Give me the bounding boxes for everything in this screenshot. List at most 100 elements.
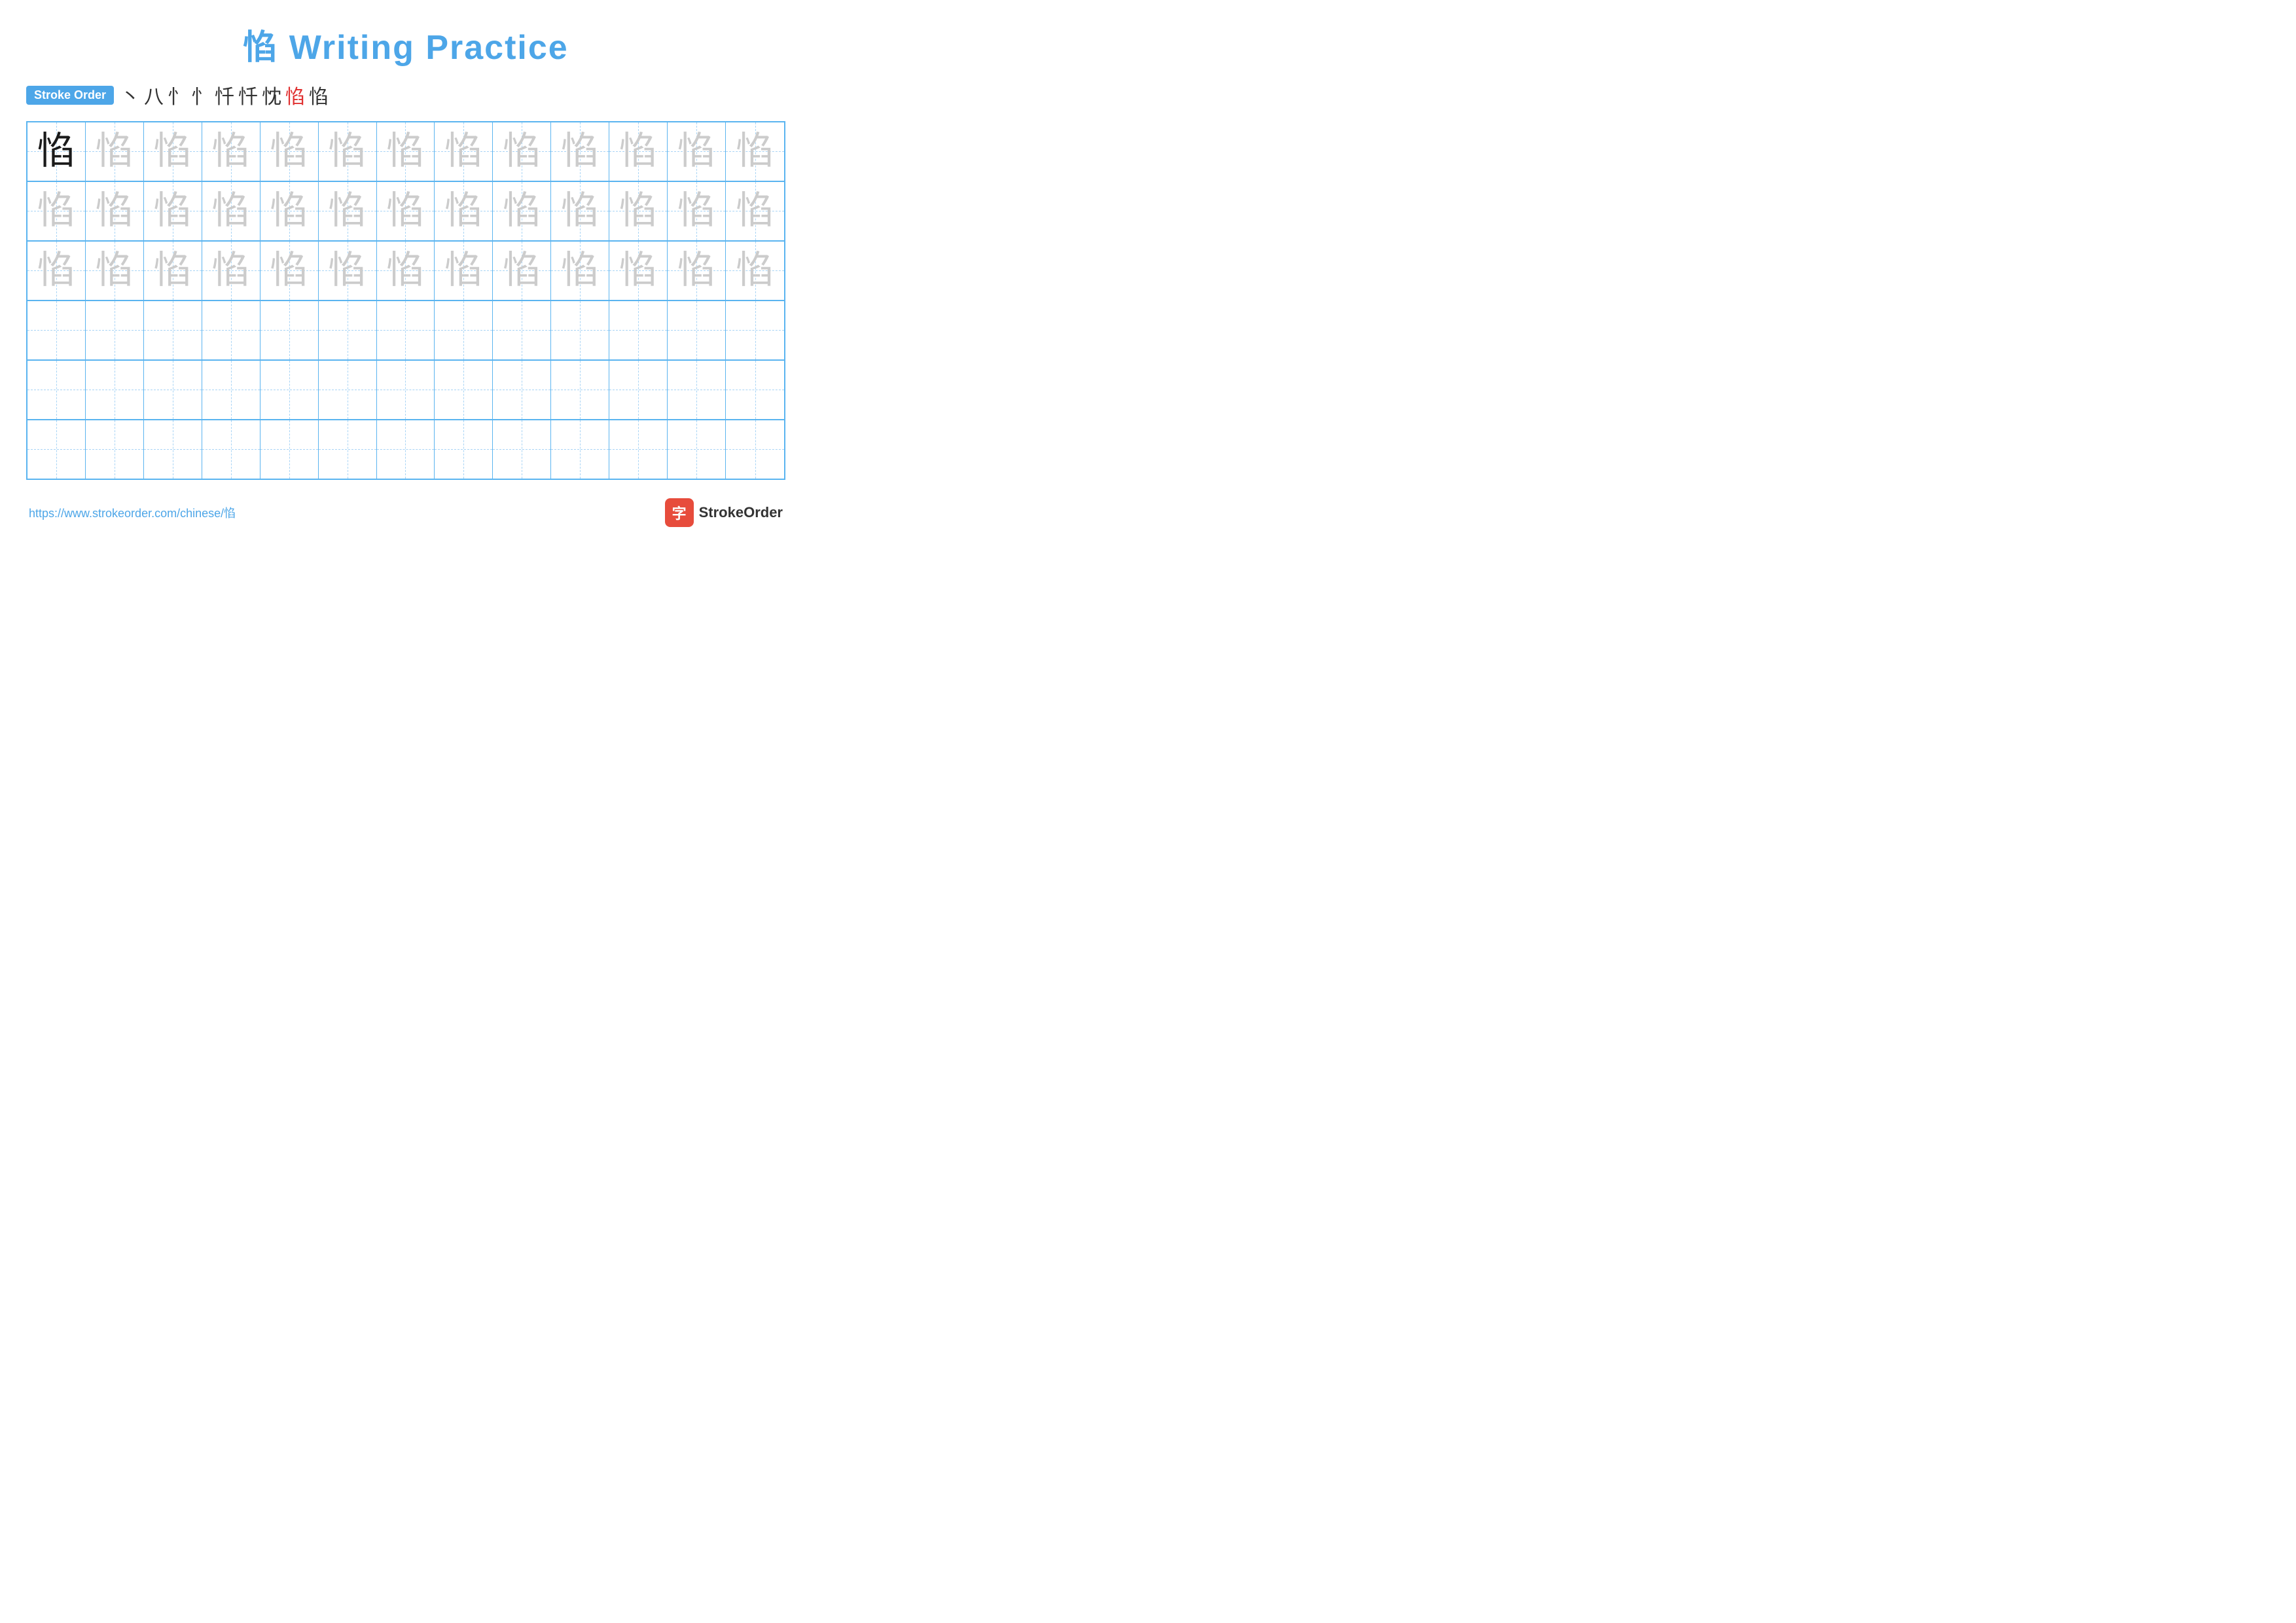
grid-cell-2-2: 惂 xyxy=(86,182,144,240)
grid-cell-3-1: 惂 xyxy=(27,242,86,300)
grid-cell-1-10: 惂 xyxy=(551,122,609,181)
grid-cell-1-9: 惂 xyxy=(493,122,551,181)
grid-cell-6-5 xyxy=(260,420,319,479)
grid-cell-2-12: 惂 xyxy=(668,182,726,240)
grid-cell-6-11 xyxy=(609,420,668,479)
grid-row-1: 惂 惂 惂 惂 惂 惂 惂 惂 惂 惂 惂 惂 惂 xyxy=(27,122,784,182)
footer-url[interactable]: https://www.strokeorder.com/chinese/惂 xyxy=(29,504,236,521)
stroke-8: 惂 xyxy=(285,81,305,109)
grid-row-5 xyxy=(27,361,784,420)
grid-cell-2-11: 惂 xyxy=(609,182,668,240)
grid-cell-2-7: 惂 xyxy=(377,182,435,240)
logo-text: StrokeOrder xyxy=(699,504,783,521)
grid-cell-1-13: 惂 xyxy=(726,122,784,181)
grid-cell-3-2: 惂 xyxy=(86,242,144,300)
grid-cell-4-10 xyxy=(551,301,609,359)
grid-cell-2-5: 惂 xyxy=(260,182,319,240)
grid-cell-6-6 xyxy=(319,420,377,479)
grid-cell-3-9: 惂 xyxy=(493,242,551,300)
grid-cell-3-13: 惂 xyxy=(726,242,784,300)
grid-cell-1-5: 惂 xyxy=(260,122,319,181)
grid-cell-2-13: 惂 xyxy=(726,182,784,240)
grid-cell-3-3: 惂 xyxy=(144,242,202,300)
grid-cell-2-1: 惂 xyxy=(27,182,86,240)
grid-cell-4-6 xyxy=(319,301,377,359)
grid-cell-5-12 xyxy=(668,361,726,419)
grid-cell-5-7 xyxy=(377,361,435,419)
grid-cell-2-4: 惂 xyxy=(202,182,260,240)
grid-cell-1-3: 惂 xyxy=(144,122,202,181)
grid-cell-3-10: 惂 xyxy=(551,242,609,300)
grid-cell-1-7: 惂 xyxy=(377,122,435,181)
grid-cell-2-8: 惂 xyxy=(435,182,493,240)
grid-cell-3-11: 惂 xyxy=(609,242,668,300)
stroke-1: 丶 xyxy=(120,81,140,109)
footer: https://www.strokeorder.com/chinese/惂 字 … xyxy=(26,498,785,527)
grid-cell-4-3 xyxy=(144,301,202,359)
grid-cell-1-4: 惂 xyxy=(202,122,260,181)
grid-cell-5-8 xyxy=(435,361,493,419)
grid-cell-6-4 xyxy=(202,420,260,479)
stroke-9: 惂 xyxy=(309,81,329,109)
page-title: 惂 Writing Practice xyxy=(26,20,785,69)
grid-row-3: 惂 惂 惂 惂 惂 惂 惂 惂 惂 惂 惂 惂 惂 xyxy=(27,242,784,301)
grid-row-2: 惂 惂 惂 惂 惂 惂 惂 惂 惂 惂 惂 惂 惂 xyxy=(27,182,784,242)
grid-cell-4-5 xyxy=(260,301,319,359)
grid-cell-5-9 xyxy=(493,361,551,419)
grid-cell-6-13 xyxy=(726,420,784,479)
grid-cell-5-13 xyxy=(726,361,784,419)
grid-cell-2-10: 惂 xyxy=(551,182,609,240)
grid-cell-6-12 xyxy=(668,420,726,479)
grid-cell-6-2 xyxy=(86,420,144,479)
practice-grid: 惂 惂 惂 惂 惂 惂 惂 惂 惂 惂 惂 惂 惂 惂 惂 惂 惂 惂 惂 惂 … xyxy=(26,121,785,480)
grid-cell-3-12: 惂 xyxy=(668,242,726,300)
grid-cell-2-3: 惂 xyxy=(144,182,202,240)
grid-cell-5-4 xyxy=(202,361,260,419)
grid-cell-1-11: 惂 xyxy=(609,122,668,181)
stroke-3: 忄 xyxy=(168,81,187,109)
grid-cell-5-11 xyxy=(609,361,668,419)
grid-cell-3-7: 惂 xyxy=(377,242,435,300)
stroke-6: 忏 xyxy=(238,81,258,109)
grid-cell-1-8: 惂 xyxy=(435,122,493,181)
grid-cell-5-10 xyxy=(551,361,609,419)
grid-row-6 xyxy=(27,420,784,479)
stroke-order-chars: 丶 八 忄 忄 忏 忏 忱 惂 惂 xyxy=(120,81,329,109)
grid-cell-1-12: 惂 xyxy=(668,122,726,181)
grid-cell-2-6: 惂 xyxy=(319,182,377,240)
grid-cell-3-4: 惂 xyxy=(202,242,260,300)
grid-cell-1-1: 惂 xyxy=(27,122,86,181)
stroke-order-row: Stroke Order 丶 八 忄 忄 忏 忏 忱 惂 惂 xyxy=(26,81,785,109)
stroke-2: 八 xyxy=(144,81,164,109)
grid-cell-5-1 xyxy=(27,361,86,419)
grid-cell-4-4 xyxy=(202,301,260,359)
grid-cell-6-7 xyxy=(377,420,435,479)
stroke-5: 忏 xyxy=(215,81,234,109)
stroke-order-badge: Stroke Order xyxy=(26,86,114,105)
logo-icon: 字 xyxy=(665,498,694,527)
grid-cell-5-2 xyxy=(86,361,144,419)
grid-cell-4-12 xyxy=(668,301,726,359)
grid-cell-3-5: 惂 xyxy=(260,242,319,300)
grid-cell-6-3 xyxy=(144,420,202,479)
stroke-7: 忱 xyxy=(262,81,281,109)
grid-cell-4-13 xyxy=(726,301,784,359)
grid-cell-3-8: 惂 xyxy=(435,242,493,300)
grid-cell-4-1 xyxy=(27,301,86,359)
grid-cell-2-9: 惂 xyxy=(493,182,551,240)
grid-cell-4-9 xyxy=(493,301,551,359)
grid-cell-6-10 xyxy=(551,420,609,479)
grid-cell-6-1 xyxy=(27,420,86,479)
grid-cell-5-5 xyxy=(260,361,319,419)
grid-cell-6-9 xyxy=(493,420,551,479)
grid-cell-4-11 xyxy=(609,301,668,359)
grid-cell-3-6: 惂 xyxy=(319,242,377,300)
stroke-4: 忄 xyxy=(191,81,211,109)
grid-row-4 xyxy=(27,301,784,361)
grid-cell-5-3 xyxy=(144,361,202,419)
grid-cell-1-6: 惂 xyxy=(319,122,377,181)
grid-cell-1-2: 惂 xyxy=(86,122,144,181)
grid-cell-6-8 xyxy=(435,420,493,479)
grid-cell-4-2 xyxy=(86,301,144,359)
footer-logo: 字 StrokeOrder xyxy=(665,498,783,527)
